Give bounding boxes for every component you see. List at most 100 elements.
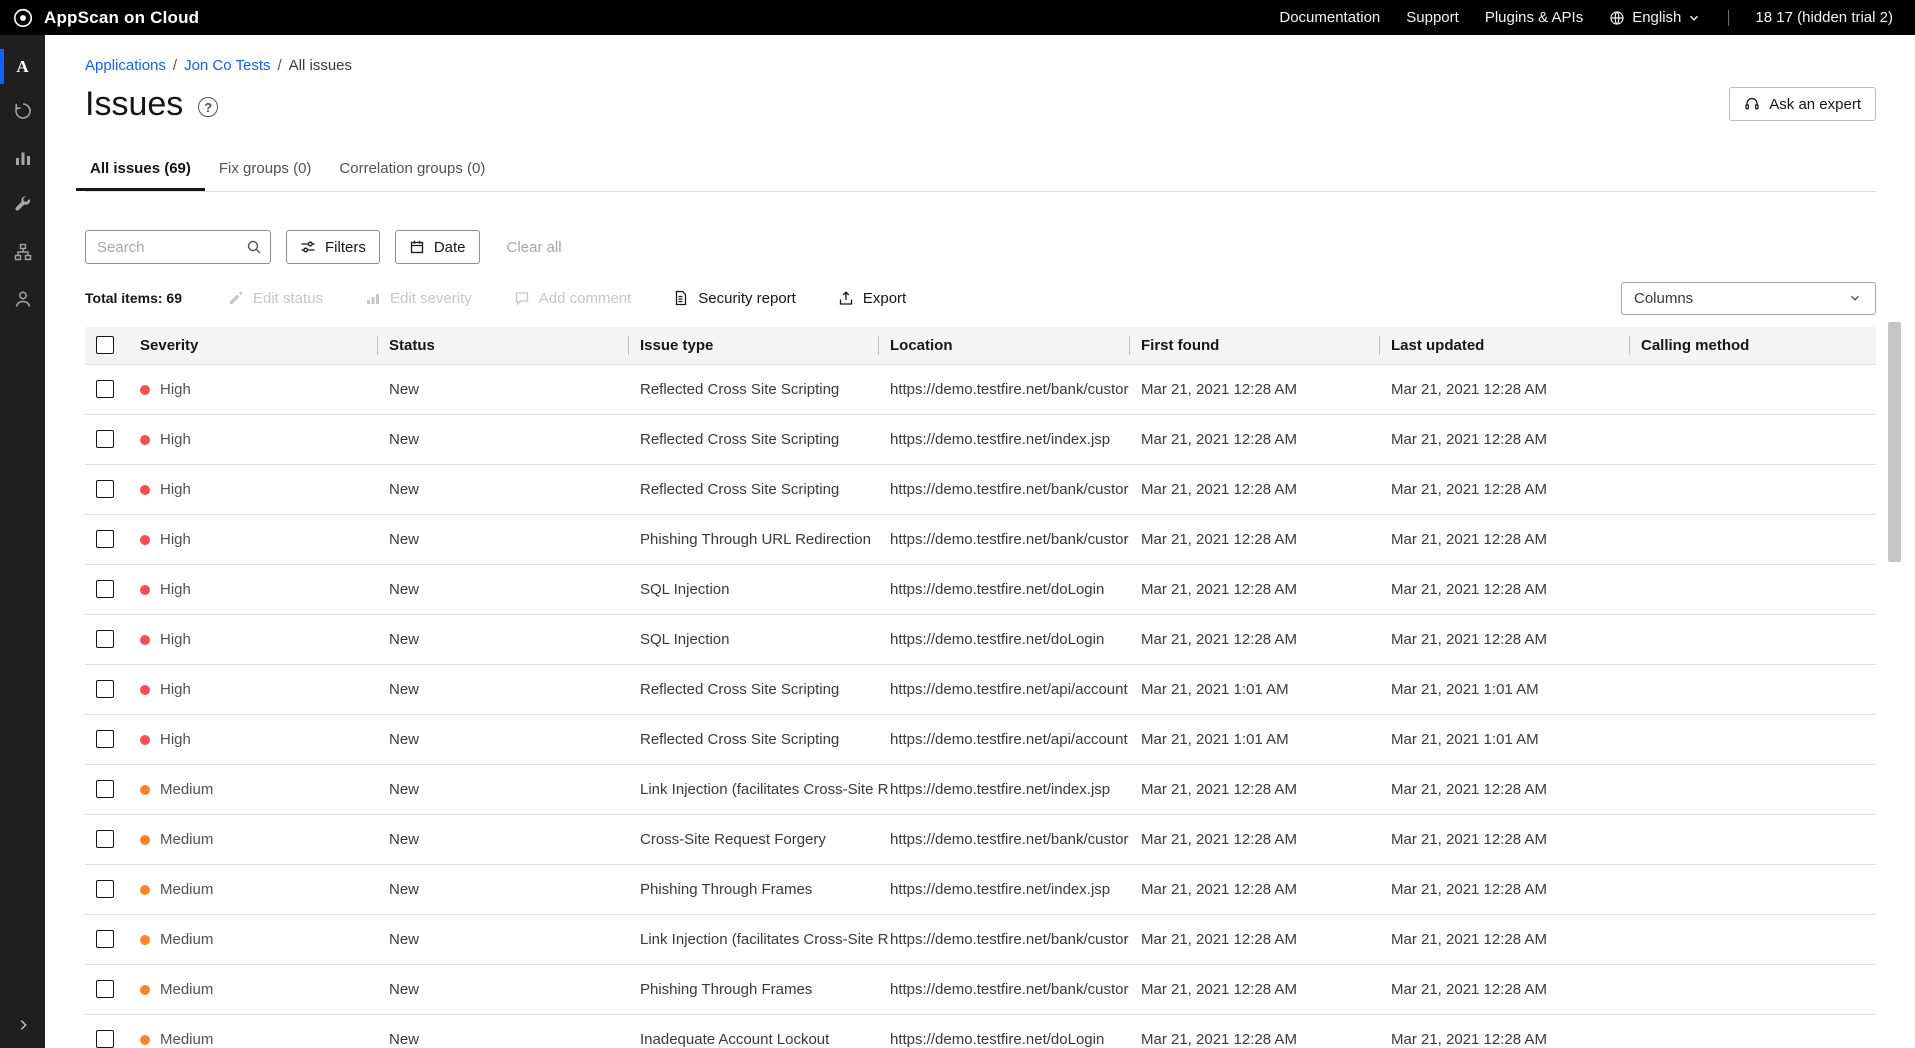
issue-type-cell: Reflected Cross Site Scripting bbox=[640, 714, 890, 764]
help-icon[interactable]: ? bbox=[198, 97, 218, 117]
column-header-status[interactable]: Status bbox=[389, 327, 640, 364]
issue-row[interactable]: High New Reflected Cross Site Scripting … bbox=[85, 714, 1876, 764]
search-input[interactable] bbox=[85, 230, 271, 264]
wrench-icon bbox=[13, 195, 33, 220]
issue-row[interactable]: Medium New Cross-Site Request Forgery ht… bbox=[85, 814, 1876, 864]
nav-plugins-apis[interactable]: Plugins & APIs bbox=[1485, 9, 1583, 26]
issue-row[interactable]: High New Reflected Cross Site Scripting … bbox=[85, 364, 1876, 414]
date-button[interactable]: Date bbox=[395, 230, 480, 264]
location-cell: https://demo.testfire.net/bank/custor bbox=[890, 814, 1141, 864]
account-menu[interactable]: 18 17 (hidden trial 2) bbox=[1755, 9, 1893, 26]
first-found-cell: Mar 21, 2021 12:28 AM bbox=[1141, 564, 1391, 614]
row-checkbox[interactable] bbox=[96, 430, 114, 448]
status-cell: New bbox=[389, 714, 640, 764]
tab-fix-groups[interactable]: Fix groups (0) bbox=[205, 151, 326, 191]
severity-label: Medium bbox=[160, 931, 213, 948]
location-cell: https://demo.testfire.net/doLogin bbox=[890, 1014, 1141, 1048]
search-icon bbox=[246, 239, 262, 255]
issue-row[interactable]: High New Phishing Through URL Redirectio… bbox=[85, 514, 1876, 564]
row-checkbox[interactable] bbox=[96, 630, 114, 648]
tab-correlation-groups[interactable]: Correlation groups (0) bbox=[325, 151, 499, 191]
select-all-checkbox[interactable] bbox=[96, 336, 114, 354]
sidebar-item-applications[interactable]: A bbox=[0, 43, 45, 90]
row-checkbox[interactable] bbox=[96, 680, 114, 698]
issue-row[interactable]: High New Reflected Cross Site Scripting … bbox=[85, 464, 1876, 514]
sidebar-item-organization[interactable] bbox=[0, 231, 45, 278]
severity-cell: Medium bbox=[140, 764, 389, 814]
issue-type-cell: Reflected Cross Site Scripting bbox=[640, 464, 890, 514]
first-found-cell: Mar 21, 2021 12:28 AM bbox=[1141, 414, 1391, 464]
filters-button[interactable]: Filters bbox=[286, 230, 380, 264]
location-cell: https://demo.testfire.net/bank/custor bbox=[890, 364, 1141, 414]
breadcrumb-application-name[interactable]: Jon Co Tests bbox=[184, 57, 270, 74]
row-checkbox[interactable] bbox=[96, 530, 114, 548]
page-title: Issues bbox=[85, 85, 183, 124]
issues-table: Severity Status Issue type Location Firs… bbox=[85, 327, 1876, 1048]
column-header-severity[interactable]: Severity bbox=[140, 327, 389, 364]
columns-dropdown[interactable]: Columns bbox=[1621, 282, 1876, 315]
first-found-cell: Mar 21, 2021 1:01 AM bbox=[1141, 664, 1391, 714]
language-selector[interactable]: English bbox=[1609, 9, 1702, 26]
column-header-first-found[interactable]: First found bbox=[1141, 327, 1391, 364]
row-checkbox[interactable] bbox=[96, 480, 114, 498]
home-brand[interactable]: AppScan on Cloud bbox=[0, 7, 199, 29]
column-header-calling-method[interactable]: Calling method bbox=[1641, 327, 1876, 364]
edit-severity-button[interactable]: Edit severity bbox=[365, 290, 472, 307]
severity-dot bbox=[140, 585, 150, 595]
sidebar-item-tools[interactable] bbox=[0, 184, 45, 231]
issue-row[interactable]: High New SQL Injection https://demo.test… bbox=[85, 614, 1876, 664]
issue-row[interactable]: Medium New Phishing Through Frames https… bbox=[85, 864, 1876, 914]
calling-method-cell bbox=[1641, 764, 1876, 814]
row-checkbox[interactable] bbox=[96, 580, 114, 598]
issue-row[interactable]: Medium New Link Injection (facilitates C… bbox=[85, 764, 1876, 814]
clear-all-link[interactable]: Clear all bbox=[507, 239, 562, 256]
edit-status-button[interactable]: Edit status bbox=[228, 290, 323, 307]
first-found-cell: Mar 21, 2021 12:28 AM bbox=[1141, 364, 1391, 414]
row-checkbox[interactable] bbox=[96, 980, 114, 998]
severity-label: High bbox=[160, 531, 191, 548]
severity-label: High bbox=[160, 431, 191, 448]
tab-all-issues[interactable]: All issues (69) bbox=[76, 151, 205, 191]
row-checkbox[interactable] bbox=[96, 1030, 114, 1048]
vertical-scrollbar-thumb[interactable] bbox=[1888, 322, 1901, 562]
column-header-location[interactable]: Location bbox=[890, 327, 1141, 364]
issue-row[interactable]: Medium New Link Injection (facilitates C… bbox=[85, 914, 1876, 964]
severity-cell: High bbox=[140, 464, 389, 514]
calling-method-cell bbox=[1641, 414, 1876, 464]
location-cell: https://demo.testfire.net/doLogin bbox=[890, 614, 1141, 664]
left-sidebar: A bbox=[0, 35, 45, 1048]
location-cell: https://demo.testfire.net/api/account bbox=[890, 664, 1141, 714]
status-cell: New bbox=[389, 914, 640, 964]
row-checkbox[interactable] bbox=[96, 880, 114, 898]
security-report-button[interactable]: Security report bbox=[673, 290, 796, 307]
location-cell: https://demo.testfire.net/api/account bbox=[890, 714, 1141, 764]
ask-expert-button[interactable]: Ask an expert bbox=[1729, 87, 1876, 121]
row-checkbox[interactable] bbox=[96, 380, 114, 398]
row-checkbox[interactable] bbox=[96, 780, 114, 798]
issue-row[interactable]: High New SQL Injection https://demo.test… bbox=[85, 564, 1876, 614]
edit-severity-label: Edit severity bbox=[390, 290, 472, 307]
issue-row[interactable]: High New Reflected Cross Site Scripting … bbox=[85, 414, 1876, 464]
issue-row[interactable]: Medium New Inadequate Account Lockout ht… bbox=[85, 1014, 1876, 1048]
sidebar-item-profile[interactable] bbox=[0, 278, 45, 325]
breadcrumb: Applications/Jon Co Tests/All issues bbox=[85, 57, 1876, 74]
location-cell: https://demo.testfire.net/bank/custor bbox=[890, 514, 1141, 564]
export-button[interactable]: Export bbox=[838, 290, 906, 307]
sidebar-expand-button[interactable] bbox=[0, 1012, 45, 1042]
add-comment-label: Add comment bbox=[539, 290, 632, 307]
column-header-last-updated[interactable]: Last updated bbox=[1391, 327, 1641, 364]
severity-cell: Medium bbox=[140, 964, 389, 1014]
nav-support[interactable]: Support bbox=[1406, 9, 1459, 26]
row-checkbox[interactable] bbox=[96, 730, 114, 748]
row-checkbox[interactable] bbox=[96, 830, 114, 848]
nav-documentation[interactable]: Documentation bbox=[1279, 9, 1380, 26]
status-cell: New bbox=[389, 364, 640, 414]
column-header-issue-type[interactable]: Issue type bbox=[640, 327, 890, 364]
issue-row[interactable]: High New Reflected Cross Site Scripting … bbox=[85, 664, 1876, 714]
breadcrumb-applications[interactable]: Applications bbox=[85, 57, 166, 74]
row-checkbox[interactable] bbox=[96, 930, 114, 948]
issue-row[interactable]: Medium New Phishing Through Frames https… bbox=[85, 964, 1876, 1014]
add-comment-button[interactable]: Add comment bbox=[514, 290, 632, 307]
sidebar-item-scans[interactable] bbox=[0, 90, 45, 137]
sidebar-item-dashboards[interactable] bbox=[0, 137, 45, 184]
